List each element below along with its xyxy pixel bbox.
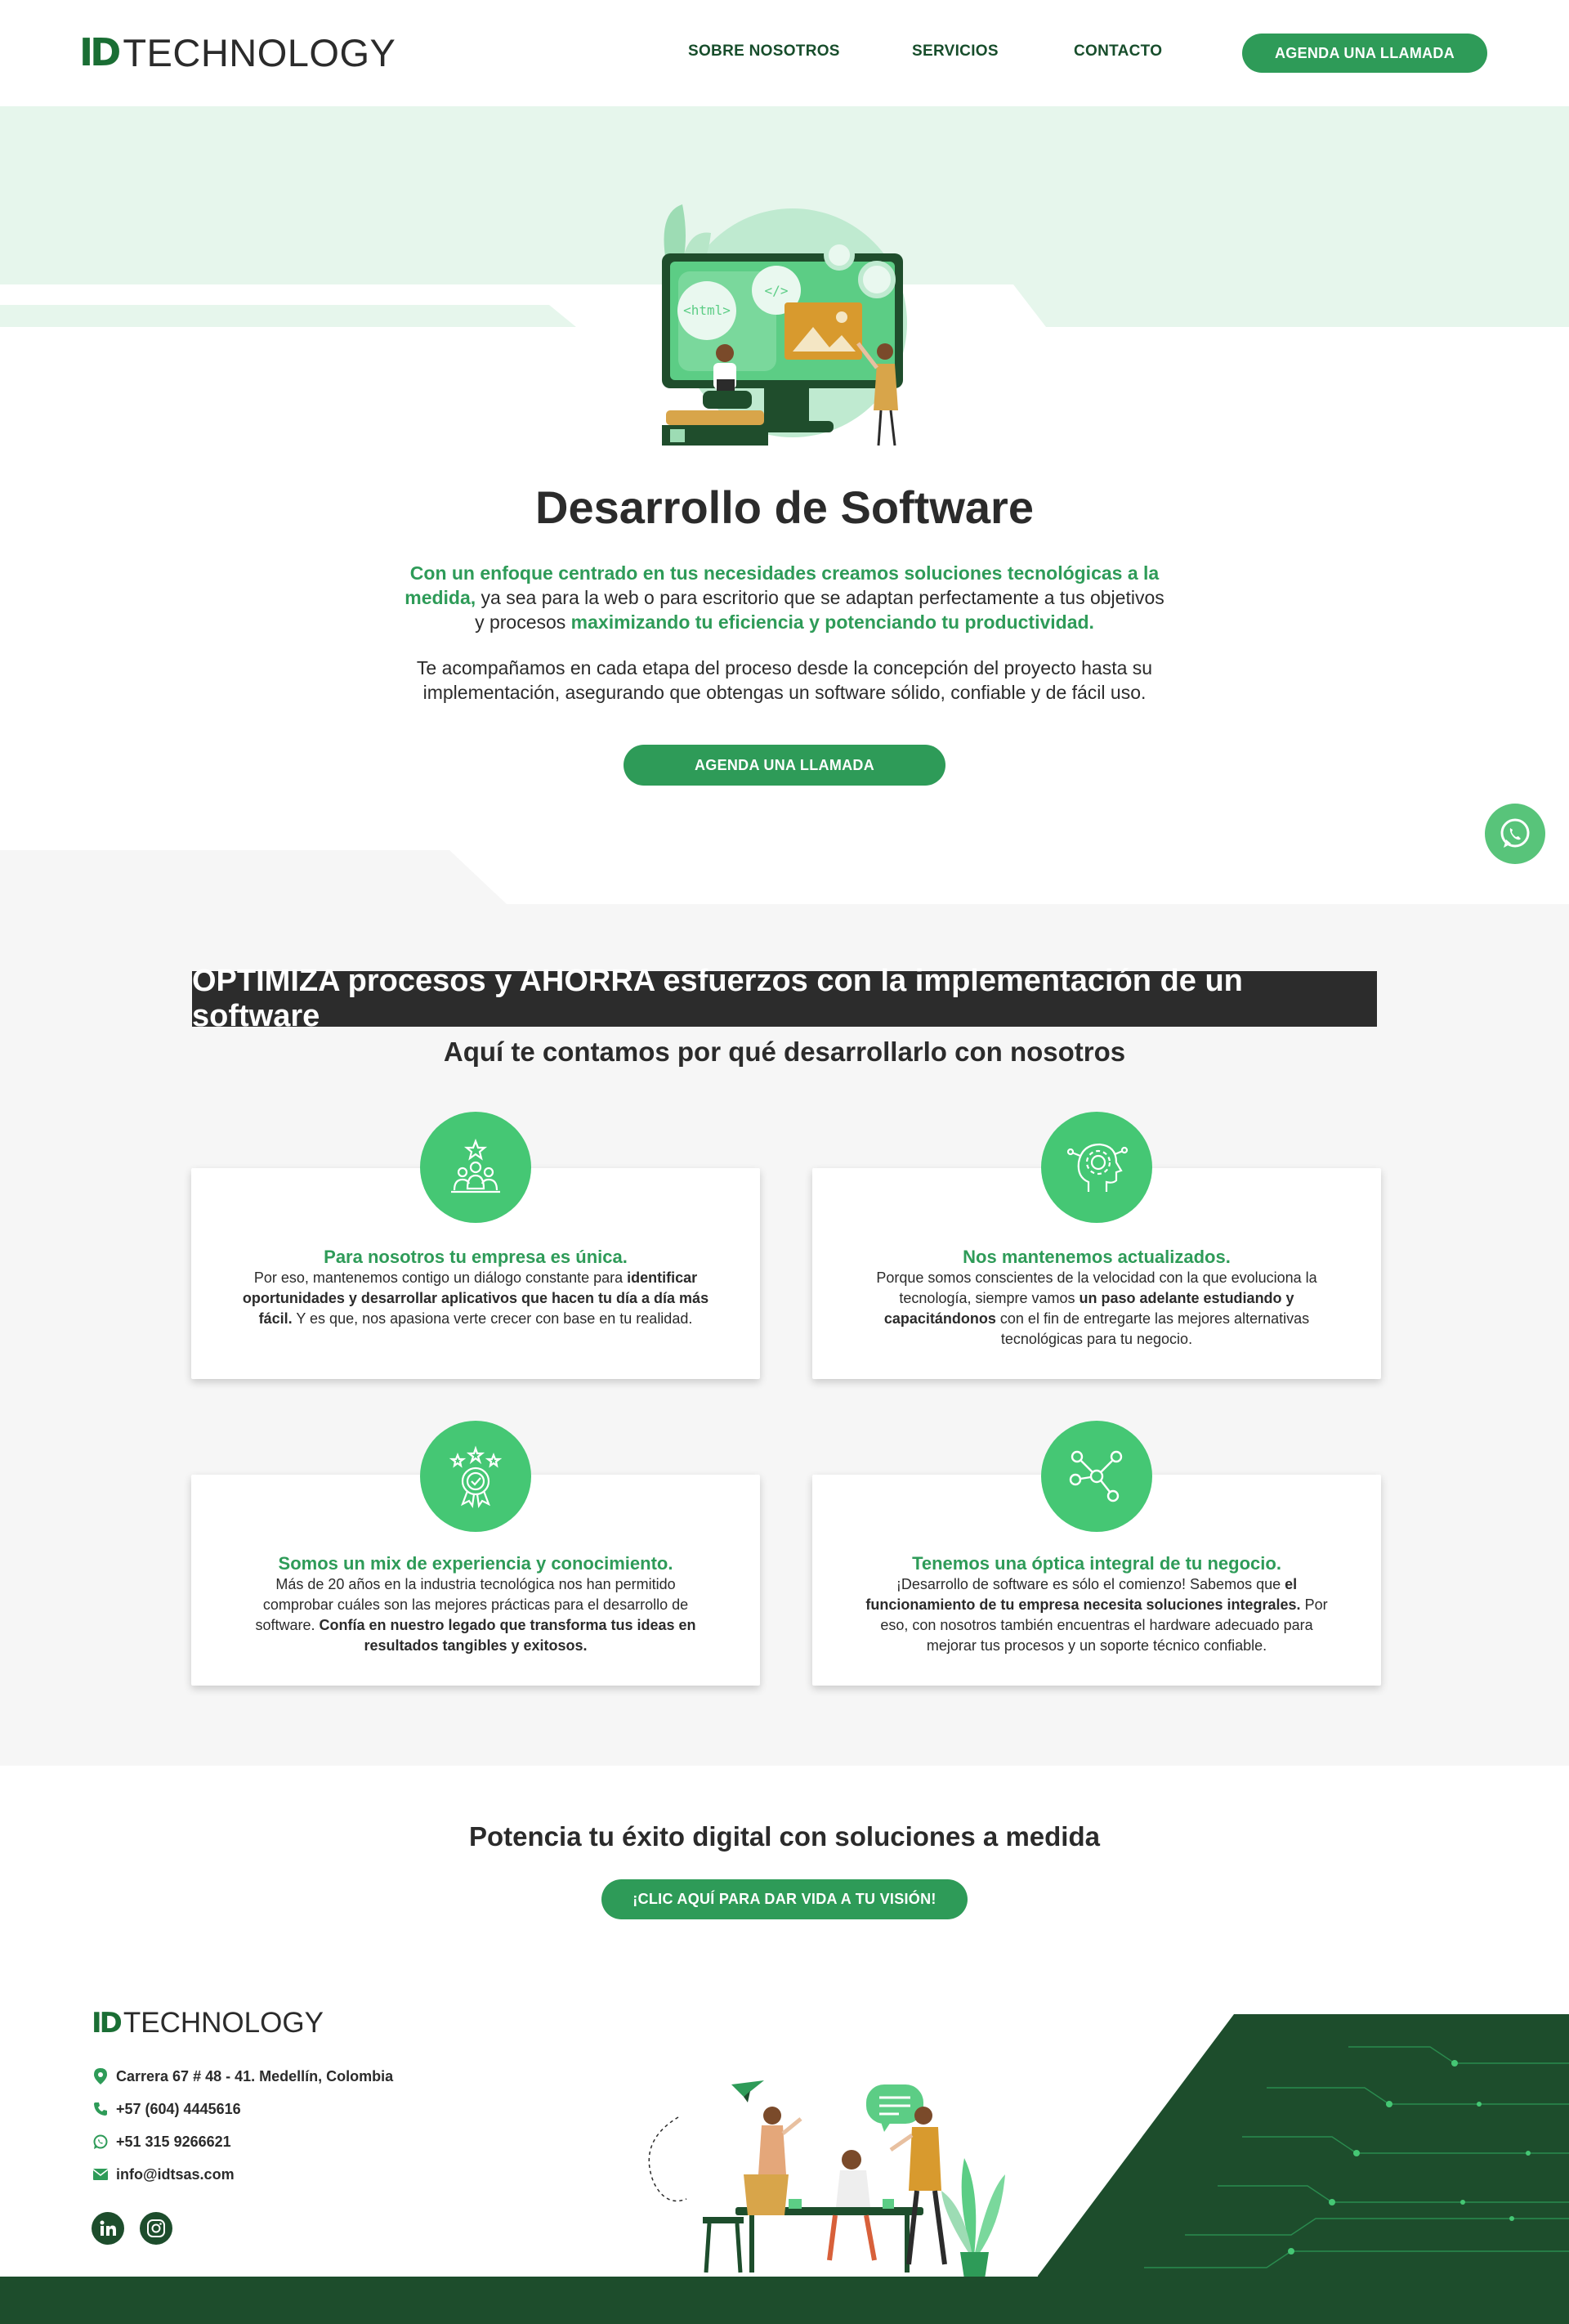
whatsapp-small-icon (92, 2133, 110, 2151)
logo-wordmark: TECHNOLOGY (123, 30, 396, 74)
hero-support-paragraph: Te acompañamos en cada etapa del proceso… (416, 657, 1153, 703)
footer-phone-text: +57 (604) 4445616 (116, 2100, 241, 2117)
whatsapp-float-button[interactable] (1485, 804, 1545, 864)
cta-title: Potencia tu éxito digital con soluciones… (469, 1821, 1100, 1852)
location-pin-icon (92, 2067, 110, 2085)
feature-card-text: Porque somos conscientes de la velocidad… (861, 1268, 1332, 1350)
feature-card-text-a: Por eso, mantenemos contigo un diálogo c… (253, 1269, 628, 1286)
envelope-icon (92, 2165, 110, 2183)
footer-phone[interactable]: +57 (604) 4445616 (92, 2100, 241, 2118)
team-meeting-illustration (648, 2080, 1005, 2279)
linkedin-link[interactable] (92, 2212, 124, 2245)
logo-id-mark: ID (79, 30, 121, 74)
feature-card-text: Por eso, mantenemos contigo un diálogo c… (240, 1268, 711, 1329)
instagram-link[interactable] (140, 2212, 172, 2245)
footer-logo-id-mark: ID (92, 2007, 123, 2040)
nav-link-sobre-nosotros[interactable]: SOBRE NOSOTROS (688, 43, 840, 60)
site-header: ID TECHNOLOGY SOBRE NOSOTROS SERVICIOS C… (0, 0, 1569, 106)
hero-intro-paragraph: Con un enfoque centrado en tus necesidad… (400, 561, 1169, 634)
whatsapp-icon (1500, 818, 1530, 848)
html-tag-label: <html> (683, 302, 731, 318)
feature-card-title: Nos mantenemos actualizados. (963, 1247, 1231, 1267)
footer-address: Carrera 67 # 48 - 41. Medellín, Colombia (92, 2067, 393, 2085)
feature-card-title: Somos un mix de experiencia y conocimien… (278, 1553, 673, 1574)
hero-title: Desarrollo de Software (535, 481, 1034, 533)
header-schedule-call-button[interactable]: AGENDA UNA LLAMADA (1242, 34, 1487, 73)
bring-vision-to-life-button[interactable]: ¡CLIC AQUÍ PARA DAR VIDA A TU VISIÓN! (601, 1879, 968, 1919)
feature-card-text-a: ¡Desarrollo de software es sólo el comie… (896, 1576, 1285, 1592)
linkedin-icon (100, 2220, 116, 2236)
hero-schedule-call-button[interactable]: AGENDA UNA LLAMADA (624, 745, 945, 786)
site-logo[interactable]: ID TECHNOLOGY (79, 30, 396, 74)
feature-card-title: Para nosotros tu empresa es única. (324, 1247, 628, 1267)
feature-card-title: Tenemos una óptica integral de tu negoci… (912, 1553, 1281, 1574)
feature-card-text-bold: Confía en nuestro legado que transforma … (319, 1617, 696, 1654)
footer-email[interactable]: info@idtsas.com (92, 2165, 235, 2183)
hero-intro-highlight-b: maximizando tu eficiencia y potenciando … (570, 611, 1094, 633)
team-star-icon (420, 1112, 531, 1223)
footer-logo[interactable]: ID TECHNOLOGY (92, 2007, 324, 2040)
footer-whatsapp-text: +51 315 9266621 (116, 2133, 231, 2150)
award-medal-icon (420, 1421, 531, 1532)
feature-card-text-c: Y es que, nos apasiona verte crecer con … (292, 1310, 693, 1327)
feature-card-text-c: con el fin de entregarte las mejores alt… (995, 1310, 1310, 1347)
footer-logo-wordmark: TECHNOLOGY (123, 2007, 324, 2039)
footer-address-text: Carrera 67 # 48 - 41. Medellín, Colombia (116, 2067, 394, 2084)
footer-whatsapp[interactable]: +51 315 9266621 (92, 2133, 231, 2151)
software-development-illustration: <html> </> (662, 204, 907, 446)
footer-bottom-band (0, 2277, 1569, 2324)
code-tag-label: </> (765, 283, 789, 298)
optimize-subtitle: Aquí te contamos por qué desarrollarlo c… (443, 1037, 1126, 1067)
optimize-banner: OPTIMIZA procesos y AHORRA esfuerzos con… (192, 964, 1377, 1033)
head-gear-icon (1041, 1112, 1152, 1223)
footer-email-text: info@idtsas.com (116, 2165, 235, 2183)
nav-link-contacto[interactable]: CONTACTO (1074, 43, 1162, 60)
feature-card-text: ¡Desarrollo de software es sólo el comie… (861, 1574, 1332, 1656)
feature-card-text: Más de 20 años en la industria tecnológi… (240, 1574, 711, 1656)
footer-circuit-background (1038, 2014, 1569, 2284)
network-nodes-icon (1041, 1421, 1152, 1532)
nav-link-servicios[interactable]: SERVICIOS (912, 43, 999, 60)
phone-icon (92, 2100, 110, 2118)
instagram-icon (147, 2219, 165, 2237)
